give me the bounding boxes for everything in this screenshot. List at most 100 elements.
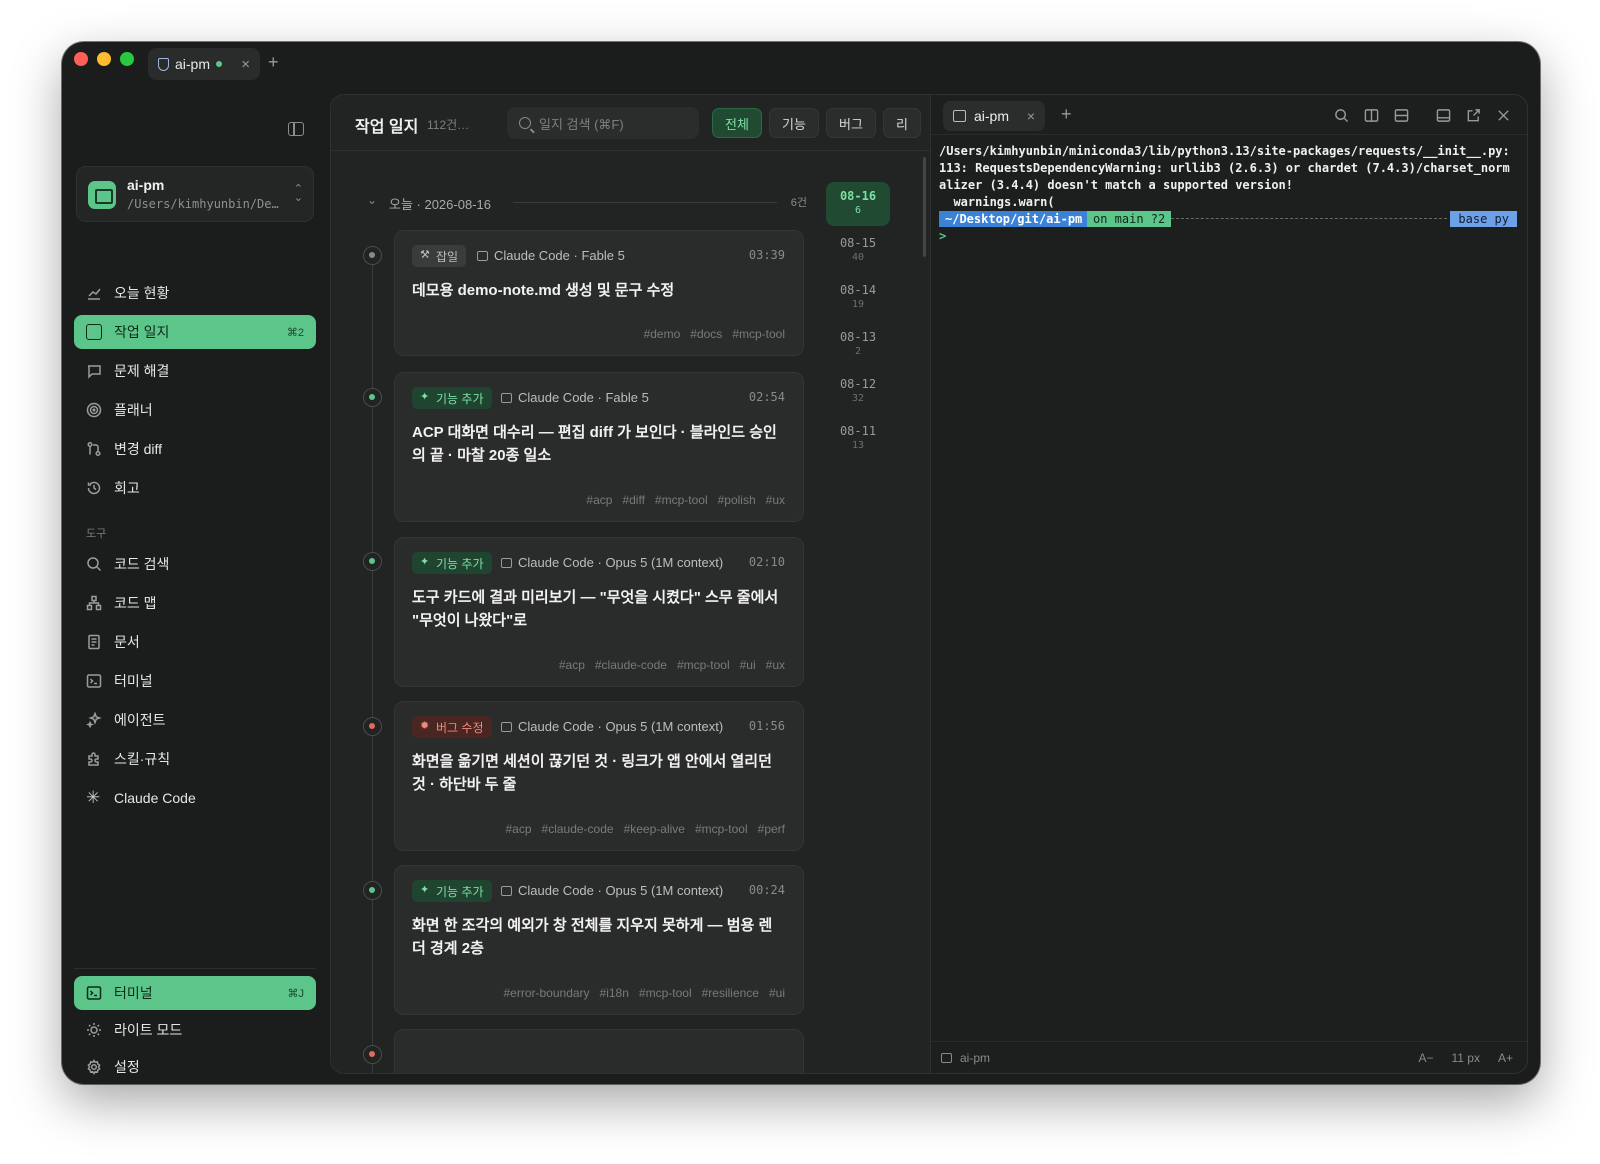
split-vertical-icon[interactable] <box>1364 108 1379 122</box>
tag[interactable]: #mcp-tool <box>639 986 692 1000</box>
tag[interactable]: #ux <box>766 658 785 672</box>
window-tab[interactable]: ai-pm × <box>148 48 260 80</box>
bot-icon <box>501 392 512 403</box>
journal-entry[interactable]: 기능 추가 Claude Code · Fable 5 02:54 ACP 대화… <box>394 372 804 522</box>
tag[interactable]: #acp <box>559 658 585 672</box>
date-item[interactable]: 08-11 13 <box>826 417 890 461</box>
sidebar-item-skills[interactable]: 스킬·규칙 <box>74 742 316 776</box>
filter-all[interactable]: 전체 <box>712 108 762 138</box>
date-item[interactable]: 08-13 2 <box>826 323 890 367</box>
entry-title: 도구 카드에 결과 미리보기 — "무엇을 시켰다" 스무 줄에서 "무엇이 나… <box>412 589 779 629</box>
tag[interactable]: #acp <box>505 822 531 836</box>
date-item[interactable]: 08-16 6 <box>826 182 890 226</box>
close-tab-icon[interactable]: × <box>241 56 250 73</box>
filter-bug[interactable]: 버그 <box>826 108 876 138</box>
filter-feature[interactable]: 기능 <box>769 108 819 138</box>
date-label: 08-11 <box>839 424 877 438</box>
filter-more[interactable]: 리 <box>883 108 921 138</box>
tag[interactable]: #mcp-tool <box>732 327 785 341</box>
session-name: ai-pm <box>960 1051 991 1065</box>
terminal-tab-title: ai-pm <box>974 108 1010 124</box>
new-tab-button[interactable]: + <box>268 52 279 73</box>
status-dot-icon <box>216 61 223 67</box>
journal-entry[interactable]: 기능 추가 Claude Code · Opus 5 (1M context) … <box>394 865 804 1015</box>
tag[interactable]: #resilience <box>702 986 759 1000</box>
terminal-panel: ai-pm × + /Users/kimhyunbin/miniconda3/l… <box>930 94 1528 1074</box>
journal-entry[interactable]: 기능 추가 Claude Code · Opus 5 (1M context) … <box>394 537 804 687</box>
tag[interactable]: #diff <box>622 493 644 507</box>
tag[interactable]: #claude-code <box>542 822 614 836</box>
sidebar-item-agents[interactable]: 에이전트 <box>74 703 316 737</box>
tag[interactable]: #ui <box>769 986 785 1000</box>
tag[interactable]: #claude-code <box>595 658 667 672</box>
close-window-button[interactable] <box>74 52 88 66</box>
tag[interactable]: #acp <box>586 493 612 507</box>
journal-entry[interactable]: 잡일 Claude Code · Fable 5 03:39 데모용 demo-… <box>394 230 804 356</box>
split-horizontal-icon[interactable] <box>1394 108 1409 122</box>
tag[interactable]: #docs <box>690 327 722 341</box>
sidebar-item-planner[interactable]: 플래너 <box>74 393 316 427</box>
day-label: 오늘 · 2026-08-16 <box>389 197 491 212</box>
journal-search-input[interactable]: 일지 검색 (⌘F) <box>507 107 699 139</box>
tag[interactable]: #error-boundary <box>504 986 590 1000</box>
terminal-output[interactable]: /Users/kimhyunbin/miniconda3/lib/python3… <box>939 143 1519 211</box>
timeline-node-feature <box>363 552 382 571</box>
sidebar-item-journal[interactable]: 작업 일지 ⌘2 <box>74 315 316 349</box>
day-group-header[interactable]: ⌄ 오늘 · 2026-08-16 6건 <box>367 193 807 212</box>
close-icon[interactable] <box>1496 108 1511 122</box>
prompt-caret[interactable]: > <box>939 229 946 243</box>
new-terminal-button[interactable]: + <box>1061 104 1072 125</box>
font-decrease-button[interactable]: A− <box>1419 1051 1434 1065</box>
scrollbar[interactable] <box>923 157 926 257</box>
sidebar-item-terminal[interactable]: 터미널 <box>74 664 316 698</box>
tag[interactable]: #mcp-tool <box>695 822 748 836</box>
entry-title: 화면을 옮기면 세션이 끊기던 것 · 링크가 앱 안에서 열리던 것 · 하단… <box>412 753 772 793</box>
tag[interactable]: #mcp-tool <box>655 493 708 507</box>
minimize-window-button[interactable] <box>97 52 111 66</box>
shield-icon <box>158 57 169 71</box>
tag[interactable]: #perf <box>758 822 785 836</box>
tag[interactable]: #ux <box>766 493 785 507</box>
timeline-node-bug <box>363 717 382 736</box>
close-tab-icon[interactable]: × <box>1027 108 1035 124</box>
date-item[interactable]: 08-12 32 <box>826 370 890 414</box>
sidebar-item-docs[interactable]: 문서 <box>74 625 316 659</box>
journal-entry-partial[interactable] <box>394 1029 804 1073</box>
sidebar-divider <box>74 968 316 969</box>
search-icon[interactable] <box>1334 108 1349 123</box>
tag[interactable]: #mcp-tool <box>677 658 730 672</box>
tag[interactable]: #demo <box>644 327 681 341</box>
sidebar-item-today[interactable]: 오늘 현황 <box>74 276 316 310</box>
bot-icon <box>501 721 512 732</box>
project-switcher[interactable]: ai-pm /Users/kimhyunbin/De… ⌃ ⌄ <box>76 166 314 222</box>
sidebar-item-diff[interactable]: 변경 diff <box>74 432 316 466</box>
tag[interactable]: #i18n <box>600 986 629 1000</box>
date-item[interactable]: 08-14 19 <box>826 276 890 320</box>
sidebar-item-light-mode[interactable]: 라이트 모드 <box>74 1013 316 1047</box>
pop-out-icon[interactable] <box>1466 108 1481 122</box>
font-increase-button[interactable]: A+ <box>1498 1051 1513 1065</box>
zoom-window-button[interactable] <box>120 52 134 66</box>
font-size-value: 11 px <box>1451 1051 1480 1065</box>
sidebar-item-label: 코드 검색 <box>114 556 170 572</box>
tag[interactable]: #ui <box>740 658 756 672</box>
journal-timeline: ⌄ 오늘 · 2026-08-16 6건 잡일 Claude Code · Fa… <box>331 152 930 1073</box>
badge-chore: 잡일 <box>412 245 467 267</box>
sidebar-item-retro[interactable]: 회고 <box>74 471 316 505</box>
prompt-git-status: on main ?2 <box>1087 211 1172 227</box>
sidebar-item-claude-code[interactable]: ✳ Claude Code <box>74 781 316 815</box>
tag[interactable]: #keep-alive <box>624 822 685 836</box>
sidebar-item-settings[interactable]: 설정 <box>74 1050 316 1084</box>
sidebar-item-code-map[interactable]: 코드 맵 <box>74 586 316 620</box>
agent-label: Claude Code · Fable 5 <box>501 390 649 405</box>
sidebar-terminal-toggle[interactable]: 터미널 ⌘J <box>74 976 316 1010</box>
sidebar-toggle-icon[interactable] <box>288 122 304 136</box>
terminal-tab[interactable]: ai-pm × <box>943 101 1045 131</box>
sidebar-item-code-search[interactable]: 코드 검색 <box>74 547 316 581</box>
tag[interactable]: #polish <box>718 493 756 507</box>
panel-bottom-icon[interactable] <box>1436 108 1451 122</box>
sidebar-item-troubleshoot[interactable]: 문제 해결 <box>74 354 316 388</box>
date-label: 08-14 <box>839 283 877 297</box>
date-item[interactable]: 08-15 40 <box>826 229 890 273</box>
journal-entry[interactable]: 버그 수정 Claude Code · Opus 5 (1M context) … <box>394 701 804 851</box>
